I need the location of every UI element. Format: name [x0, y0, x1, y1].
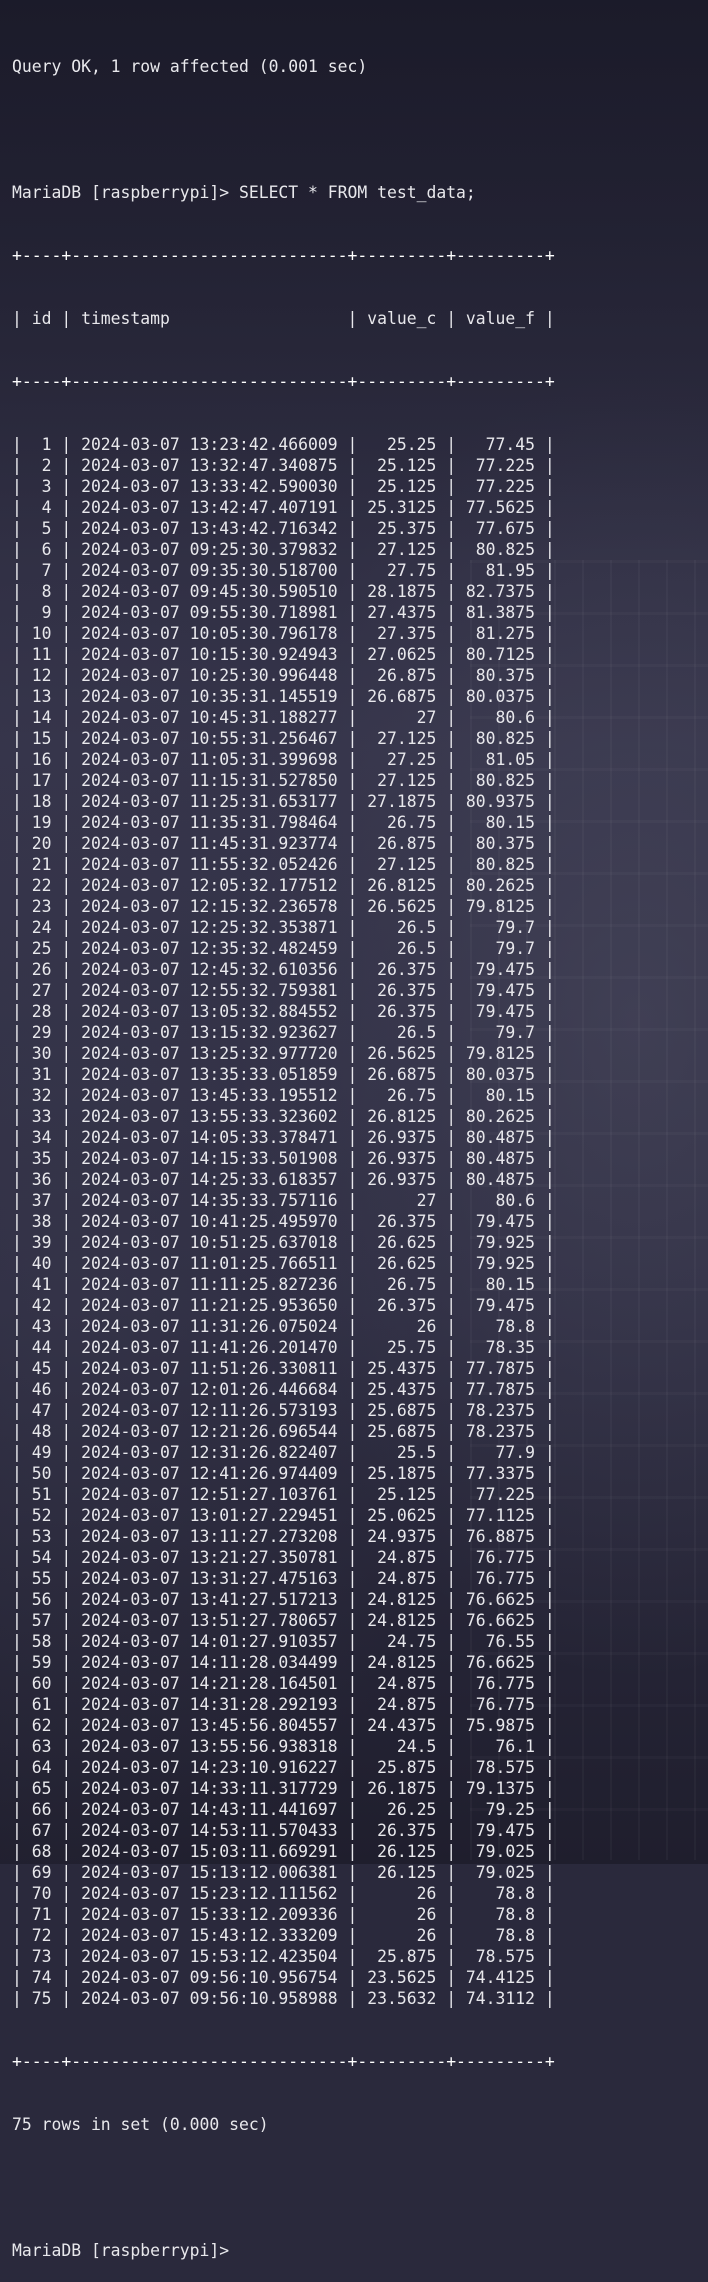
table-row: | 7 | 2024-03-07 09:35:30.518700 | 27.75…	[12, 561, 555, 580]
table-row: | 59 | 2024-03-07 14:11:28.034499 | 24.8…	[12, 1653, 555, 1672]
table-row: | 71 | 2024-03-07 15:33:12.209336 | 26 |…	[12, 1905, 555, 1924]
table-row: | 75 | 2024-03-07 09:56:10.958988 | 23.5…	[12, 1989, 555, 2008]
rows-in-set-message: 75 rows in set (0.000 sec)	[12, 2115, 269, 2134]
table-row: | 28 | 2024-03-07 13:05:32.884552 | 26.3…	[12, 1002, 555, 1021]
table-row: | 15 | 2024-03-07 10:55:31.256467 | 27.1…	[12, 729, 555, 748]
table-row: | 12 | 2024-03-07 10:25:30.996448 | 26.8…	[12, 666, 555, 685]
table-row: | 16 | 2024-03-07 11:05:31.399698 | 27.2…	[12, 750, 555, 769]
table-row: | 45 | 2024-03-07 11:51:26.330811 | 25.4…	[12, 1359, 555, 1378]
table-body: | 1 | 2024-03-07 13:23:42.466009 | 25.25…	[12, 434, 555, 2009]
table-row: | 54 | 2024-03-07 13:21:27.350781 | 24.8…	[12, 1548, 555, 1567]
table-row: | 52 | 2024-03-07 13:01:27.229451 | 25.0…	[12, 1506, 555, 1525]
table-row: | 31 | 2024-03-07 13:35:33.051859 | 26.6…	[12, 1065, 555, 1084]
table-row: | 4 | 2024-03-07 13:42:47.407191 | 25.31…	[12, 498, 555, 517]
terminal-output[interactable]: Query OK, 1 row affected (0.001 sec) Mar…	[12, 14, 555, 2282]
table-row: | 36 | 2024-03-07 14:25:33.618357 | 26.9…	[12, 1170, 555, 1189]
table-row: | 13 | 2024-03-07 10:35:31.145519 | 26.6…	[12, 687, 555, 706]
table-row: | 43 | 2024-03-07 11:31:26.075024 | 26 |…	[12, 1317, 555, 1336]
table-row: | 63 | 2024-03-07 13:55:56.938318 | 24.5…	[12, 1737, 555, 1756]
table-row: | 29 | 2024-03-07 13:15:32.923627 | 26.5…	[12, 1023, 555, 1042]
table-row: | 72 | 2024-03-07 15:43:12.333209 | 26 |…	[12, 1926, 555, 1945]
table-row: | 8 | 2024-03-07 09:45:30.590510 | 28.18…	[12, 582, 555, 601]
command-prompt[interactable]: MariaDB [raspberrypi]>	[12, 2240, 555, 2261]
table-row: | 74 | 2024-03-07 09:56:10.956754 | 23.5…	[12, 1968, 555, 1987]
table-row: | 26 | 2024-03-07 12:45:32.610356 | 26.3…	[12, 960, 555, 979]
table-row: | 30 | 2024-03-07 13:25:32.977720 | 26.5…	[12, 1044, 555, 1063]
table-row: | 68 | 2024-03-07 15:03:11.669291 | 26.1…	[12, 1842, 555, 1861]
table-row: | 73 | 2024-03-07 15:53:12.423504 | 25.8…	[12, 1947, 555, 1966]
table-row: | 57 | 2024-03-07 13:51:27.780657 | 24.8…	[12, 1611, 555, 1630]
table-row: | 40 | 2024-03-07 11:01:25.766511 | 26.6…	[12, 1254, 555, 1273]
table-row: | 41 | 2024-03-07 11:11:25.827236 | 26.7…	[12, 1275, 555, 1294]
table-row: | 47 | 2024-03-07 12:11:26.573193 | 25.6…	[12, 1401, 555, 1420]
table-row: | 44 | 2024-03-07 11:41:26.201470 | 25.7…	[12, 1338, 555, 1357]
table-border-bottom: +----+----------------------------+-----…	[12, 2052, 555, 2071]
table-row: | 69 | 2024-03-07 15:13:12.006381 | 26.1…	[12, 1863, 555, 1882]
table-row: | 6 | 2024-03-07 09:25:30.379832 | 27.12…	[12, 540, 555, 559]
table-row: | 70 | 2024-03-07 15:23:12.111562 | 26 |…	[12, 1884, 555, 1903]
table-row: | 27 | 2024-03-07 12:55:32.759381 | 26.3…	[12, 981, 555, 1000]
table-row: | 24 | 2024-03-07 12:25:32.353871 | 26.5…	[12, 918, 555, 937]
table-row: | 60 | 2024-03-07 14:21:28.164501 | 24.8…	[12, 1674, 555, 1693]
table-row: | 1 | 2024-03-07 13:23:42.466009 | 25.25…	[12, 435, 555, 454]
table-row: | 46 | 2024-03-07 12:01:26.446684 | 25.4…	[12, 1380, 555, 1399]
table-row: | 22 | 2024-03-07 12:05:32.177512 | 26.8…	[12, 876, 555, 895]
table-row: | 48 | 2024-03-07 12:21:26.696544 | 25.6…	[12, 1422, 555, 1441]
table-row: | 9 | 2024-03-07 09:55:30.718981 | 27.43…	[12, 603, 555, 622]
table-row: | 20 | 2024-03-07 11:45:31.923774 | 26.8…	[12, 834, 555, 853]
table-row: | 35 | 2024-03-07 14:15:33.501908 | 26.9…	[12, 1149, 555, 1168]
table-row: | 10 | 2024-03-07 10:05:30.796178 | 27.3…	[12, 624, 555, 643]
table-row: | 33 | 2024-03-07 13:55:33.323602 | 26.8…	[12, 1107, 555, 1126]
table-border-top: +----+----------------------------+-----…	[12, 246, 555, 265]
query-ok-message: Query OK, 1 row affected (0.001 sec)	[12, 57, 368, 76]
table-row: | 11 | 2024-03-07 10:15:30.924943 | 27.0…	[12, 645, 555, 664]
table-row: | 50 | 2024-03-07 12:41:26.974409 | 25.1…	[12, 1464, 555, 1483]
table-row: | 66 | 2024-03-07 14:43:11.441697 | 26.2…	[12, 1800, 555, 1819]
table-row: | 61 | 2024-03-07 14:31:28.292193 | 24.8…	[12, 1695, 555, 1714]
table-row: | 51 | 2024-03-07 12:51:27.103761 | 25.1…	[12, 1485, 555, 1504]
table-row: | 53 | 2024-03-07 13:11:27.273208 | 24.9…	[12, 1527, 555, 1546]
table-row: | 19 | 2024-03-07 11:35:31.798464 | 26.7…	[12, 813, 555, 832]
table-row: | 5 | 2024-03-07 13:43:42.716342 | 25.37…	[12, 519, 555, 538]
table-row: | 17 | 2024-03-07 11:15:31.527850 | 27.1…	[12, 771, 555, 790]
table-row: | 62 | 2024-03-07 13:45:56.804557 | 24.4…	[12, 1716, 555, 1735]
table-row: | 37 | 2024-03-07 14:35:33.757116 | 27 |…	[12, 1191, 555, 1210]
table-row: | 32 | 2024-03-07 13:45:33.195512 | 26.7…	[12, 1086, 555, 1105]
table-row: | 23 | 2024-03-07 12:15:32.236578 | 26.5…	[12, 897, 555, 916]
table-row: | 14 | 2024-03-07 10:45:31.188277 | 27 |…	[12, 708, 555, 727]
table-row: | 3 | 2024-03-07 13:33:42.590030 | 25.12…	[12, 477, 555, 496]
table-row: | 39 | 2024-03-07 10:51:25.637018 | 26.6…	[12, 1233, 555, 1252]
table-row: | 38 | 2024-03-07 10:41:25.495970 | 26.3…	[12, 1212, 555, 1231]
table-row: | 49 | 2024-03-07 12:31:26.822407 | 25.5…	[12, 1443, 555, 1462]
table-row: | 2 | 2024-03-07 13:32:47.340875 | 25.12…	[12, 456, 555, 475]
table-row: | 34 | 2024-03-07 14:05:33.378471 | 26.9…	[12, 1128, 555, 1147]
table-border-header: +----+----------------------------+-----…	[12, 372, 555, 391]
table-row: | 18 | 2024-03-07 11:25:31.653177 | 27.1…	[12, 792, 555, 811]
table-row: | 55 | 2024-03-07 13:31:27.475163 | 24.8…	[12, 1569, 555, 1588]
table-row: | 56 | 2024-03-07 13:41:27.517213 | 24.8…	[12, 1590, 555, 1609]
sql-command-line: MariaDB [raspberrypi]> SELECT * FROM tes…	[12, 183, 476, 202]
table-row: | 58 | 2024-03-07 14:01:27.910357 | 24.7…	[12, 1632, 555, 1651]
table-row: | 65 | 2024-03-07 14:33:11.317729 | 26.1…	[12, 1779, 555, 1798]
table-header-row: | id | timestamp | value_c | value_f |	[12, 309, 555, 328]
table-row: | 25 | 2024-03-07 12:35:32.482459 | 26.5…	[12, 939, 555, 958]
table-row: | 42 | 2024-03-07 11:21:25.953650 | 26.3…	[12, 1296, 555, 1315]
table-row: | 67 | 2024-03-07 14:53:11.570433 | 26.3…	[12, 1821, 555, 1840]
table-row: | 64 | 2024-03-07 14:23:10.916227 | 25.8…	[12, 1758, 555, 1777]
table-row: | 21 | 2024-03-07 11:55:32.052426 | 27.1…	[12, 855, 555, 874]
